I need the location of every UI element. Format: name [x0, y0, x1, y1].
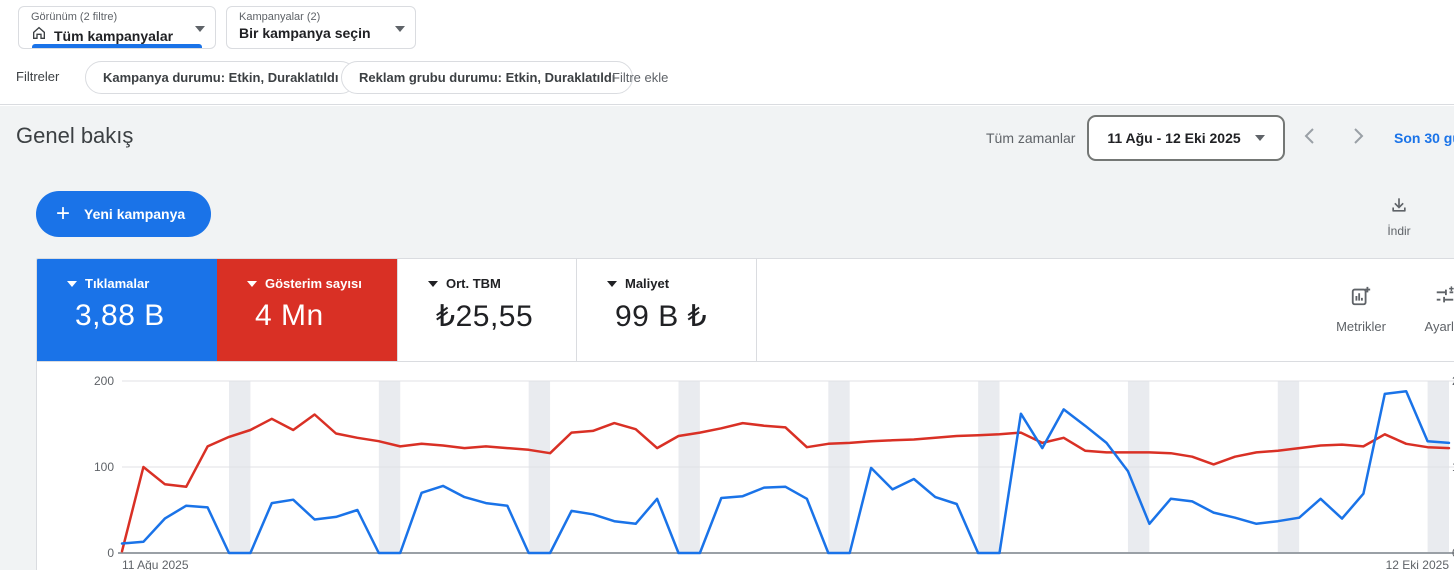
overview-card: Tıklamalar 3,88 B Gösterim sayısı 4 Mn O… — [36, 258, 1454, 570]
download-button[interactable]: İndir — [1372, 195, 1426, 238]
scorecard-label: Tıklamalar — [85, 276, 150, 291]
performance-chart[interactable]: 0010010020020011 Ağu 202512 Eki 2025 — [37, 362, 1454, 570]
scorecard-value: 99 B ₺ — [615, 300, 708, 333]
y-axis-tick: 200 — [94, 374, 114, 388]
page-title: Genel bakış — [16, 123, 134, 148]
quick-range-link[interactable]: Son 30 gün — [1394, 130, 1454, 146]
date-range-value: 11 Ağu - 12 Eki 2025 — [1107, 130, 1241, 146]
x-axis-end-label: 12 Eki 2025 — [1386, 558, 1450, 570]
scorecard-value: 3,88 B — [75, 299, 165, 332]
view-selector-label: Görünüm (2 filtre) — [31, 11, 118, 23]
scorecard-avg-cpc[interactable]: Ort. TBM ₺25,55 — [397, 259, 577, 361]
metrics-button[interactable]: Metrikler — [1329, 285, 1393, 334]
toolbar: Görünüm (2 filtre) Tüm kampanyalar Kampa… — [0, 0, 1454, 105]
scorecard-row: Tıklamalar 3,88 B Gösterim sayısı 4 Mn O… — [37, 259, 1454, 362]
time-scope-label: Tüm zamanlar — [986, 130, 1076, 146]
chevron-down-icon — [395, 26, 405, 32]
chevron-down-icon — [428, 280, 438, 287]
chevron-down-icon — [195, 26, 205, 32]
scorecard-clicks[interactable]: Tıklamalar 3,88 B — [37, 259, 217, 361]
sliders-icon — [1434, 285, 1454, 312]
adjust-button[interactable]: Ayarlar — [1413, 285, 1454, 334]
next-period-button[interactable] — [1346, 124, 1370, 148]
download-icon — [1389, 195, 1409, 220]
series-Tıklamalar — [120, 390, 1451, 555]
chevron-down-icon — [1254, 135, 1265, 141]
scorecard-label: Ort. TBM — [446, 276, 501, 291]
y-axis-tick: 100 — [94, 460, 114, 474]
filters-label: Filtreler — [16, 69, 60, 84]
new-campaign-label: Yeni kampanya — [84, 206, 186, 222]
chevron-down-icon — [607, 280, 617, 287]
previous-period-button[interactable] — [1298, 124, 1322, 148]
new-campaign-button[interactable]: + Yeni kampanya — [36, 191, 212, 237]
home-icon — [31, 25, 47, 46]
y-axis-tick: 0 — [107, 546, 114, 560]
google-ads-overview-page: Görünüm (2 filtre) Tüm kampanyalar Kampa… — [0, 0, 1454, 570]
overview-section: Genel bakış Tüm zamanlar 11 Ağu - 12 Eki… — [0, 106, 1454, 570]
campaign-selector-label: Kampanyalar (2) — [239, 11, 321, 23]
adjust-label: Ayarlar — [1424, 319, 1454, 334]
series-Gösterim sayısı — [120, 413, 1451, 553]
scorecard-label: Gösterim sayısı — [265, 276, 362, 291]
filter-chip-adgroup-status[interactable]: Reklam grubu durumu: Etkin, Duraklatıldı — [341, 61, 634, 94]
download-label: İndir — [1387, 224, 1411, 238]
scorecard-cost[interactable]: Maliyet 99 B ₺ — [577, 259, 757, 361]
view-selector-value: Tüm kampanyalar — [54, 27, 174, 44]
active-view-indicator — [32, 44, 202, 48]
view-selector[interactable]: Görünüm (2 filtre) Tüm kampanyalar — [18, 6, 216, 49]
campaign-selector-value: Bir kampanya seçin — [239, 25, 371, 41]
add-filter-button[interactable]: Filtre ekle — [612, 70, 668, 85]
metrics-icon — [1350, 285, 1372, 312]
campaign-selector[interactable]: Kampanyalar (2) Bir kampanya seçin — [226, 6, 416, 49]
plus-icon: + — [56, 200, 71, 227]
scorecard-label: Maliyet — [625, 276, 670, 291]
scorecard-value: 4 Mn — [255, 299, 324, 332]
scorecard-value: ₺25,55 — [436, 300, 534, 333]
filter-chip-campaign-status[interactable]: Kampanya durumu: Etkin, Duraklatıldı — [85, 61, 357, 94]
metrics-label: Metrikler — [1336, 319, 1386, 334]
chevron-down-icon — [67, 280, 77, 287]
chevron-down-icon — [247, 280, 257, 287]
scorecard-impressions[interactable]: Gösterim sayısı 4 Mn — [217, 259, 397, 361]
x-axis-start-label: 11 Ağu 2025 — [122, 558, 189, 570]
date-range-picker[interactable]: 11 Ağu - 12 Eki 2025 — [1087, 115, 1285, 161]
